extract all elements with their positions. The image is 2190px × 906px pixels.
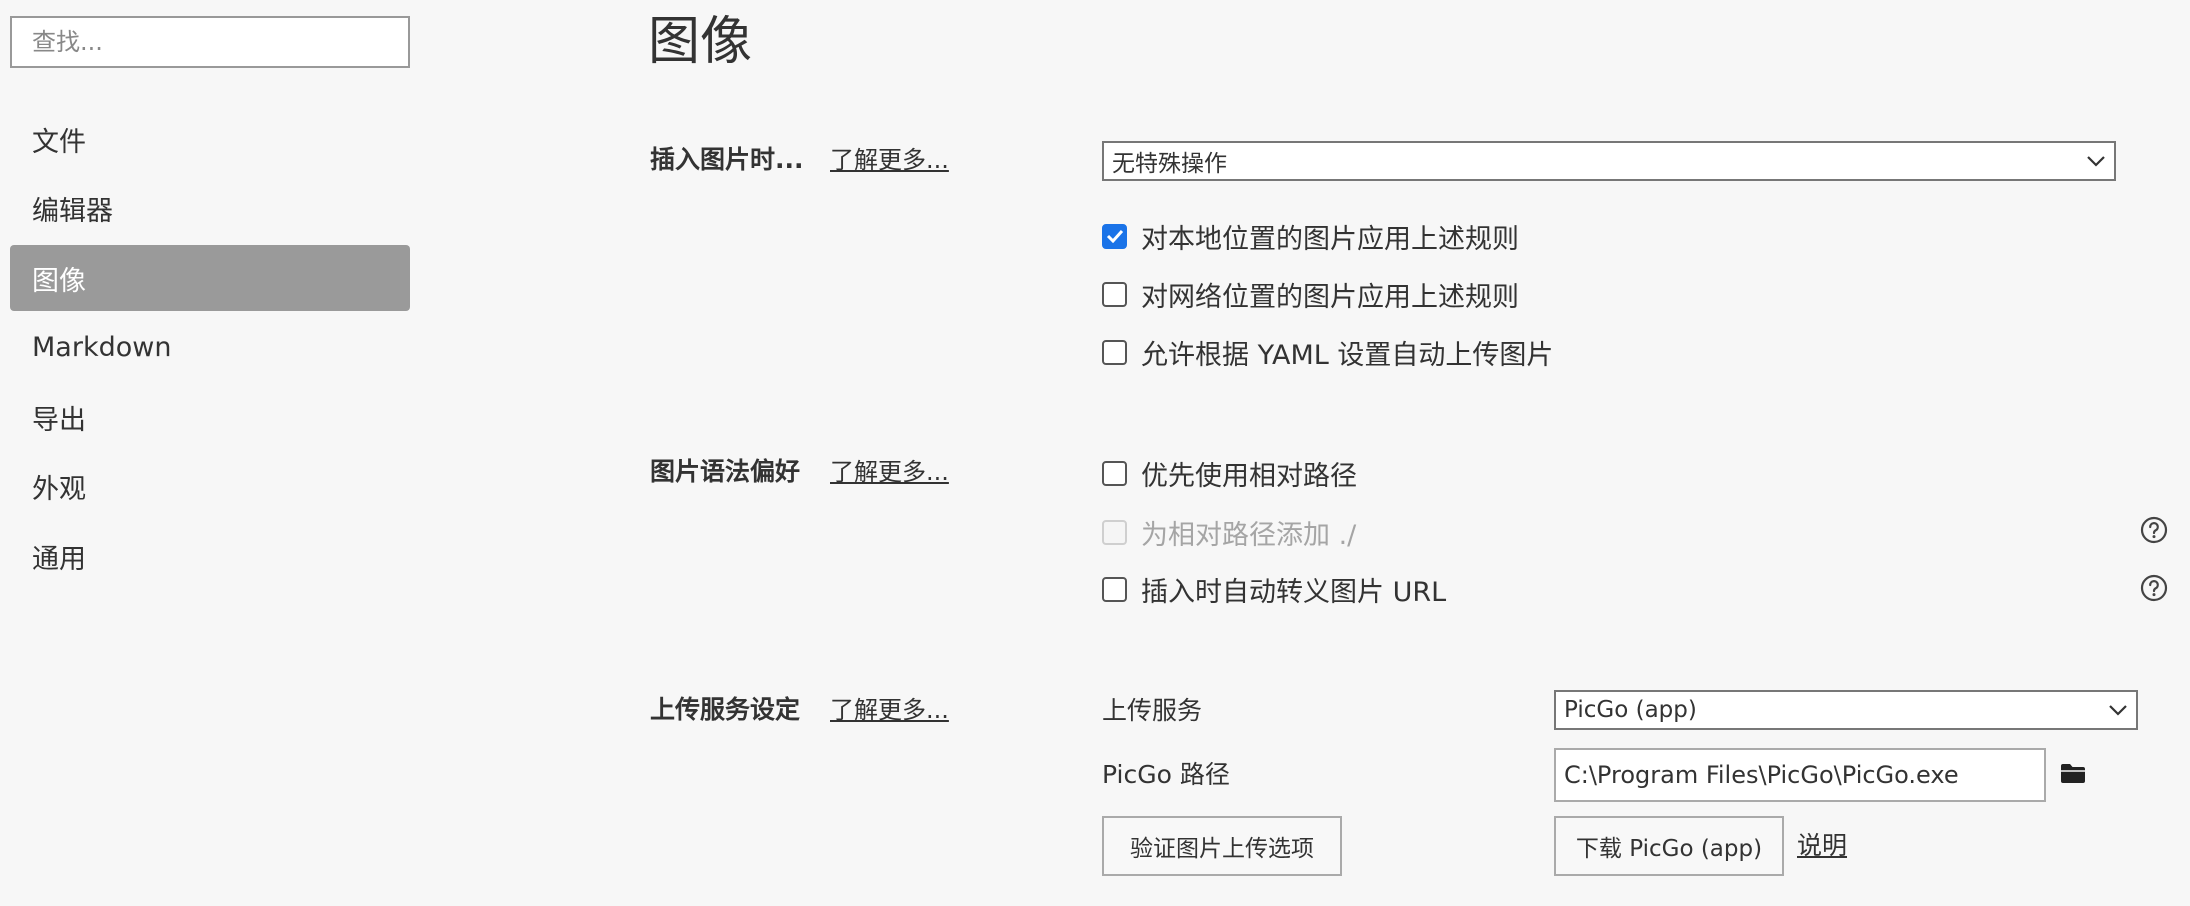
add-dot-slash-checkbox: [1102, 519, 1127, 545]
sidebar: 文件 编辑器 图像 Markdown 导出 外观 通用: [0, 0, 420, 906]
verify-upload-button[interactable]: 验证图片上传选项: [1102, 816, 1342, 876]
escape-image-url-option[interactable]: 插入时自动转义图片 URL: [1102, 572, 1447, 608]
add-dot-slash-label: 为相对路径添加 ./: [1141, 519, 1357, 551]
sidebar-item-markdown[interactable]: Markdown: [10, 315, 410, 381]
escape-image-url-label: 插入时自动转义图片 URL: [1141, 576, 1447, 608]
local-image-rule-option[interactable]: 对本地位置的图片应用上述规则: [1102, 219, 1519, 255]
chevron-down-icon: [2109, 705, 2127, 716]
picgo-path-label: PicGo 路径: [1102, 760, 1230, 789]
network-image-rule-checkbox[interactable]: [1102, 281, 1127, 307]
upload-service-select[interactable]: PicGo (app): [1554, 690, 2138, 730]
prefer-relative-path-option[interactable]: 优先使用相对路径: [1102, 456, 1357, 492]
add-dot-slash-option: 为相对路径添加 ./: [1102, 515, 1357, 551]
syntax-learn-more-link[interactable]: 了解更多...: [830, 455, 949, 489]
page-title: 图像: [648, 12, 753, 72]
local-image-rule-checkbox[interactable]: [1102, 223, 1127, 249]
insert-action-select[interactable]: 无特殊操作: [1102, 141, 2116, 181]
help-link[interactable]: 说明: [1797, 829, 1847, 863]
yaml-auto-upload-label: 允许根据 YAML 设置自动上传图片: [1141, 339, 1554, 371]
folder-icon[interactable]: [2060, 762, 2086, 784]
insert-learn-more-link[interactable]: 了解更多...: [830, 143, 949, 177]
download-picgo-button[interactable]: 下载 PicGo (app): [1554, 816, 1784, 876]
sidebar-nav: 文件 编辑器 图像 Markdown 导出 外观 通用: [10, 106, 410, 593]
escape-image-url-checkbox[interactable]: [1102, 576, 1127, 602]
insert-action-select-value: 无特殊操作: [1112, 151, 1227, 177]
question-circle-icon[interactable]: [2140, 574, 2168, 602]
sidebar-item-general[interactable]: 通用: [10, 523, 410, 589]
upload-learn-more-link[interactable]: 了解更多...: [830, 693, 949, 727]
sidebar-item-export[interactable]: 导出: [10, 384, 410, 450]
yaml-auto-upload-option[interactable]: 允许根据 YAML 设置自动上传图片: [1102, 335, 1554, 371]
search-input[interactable]: [10, 16, 410, 68]
yaml-auto-upload-checkbox[interactable]: [1102, 339, 1127, 365]
sidebar-item-appearance[interactable]: 外观: [10, 454, 410, 520]
sidebar-item-image[interactable]: 图像: [10, 245, 410, 311]
question-circle-icon[interactable]: [2140, 516, 2168, 544]
network-image-rule-option[interactable]: 对网络位置的图片应用上述规则: [1102, 277, 1519, 313]
upload-section-title: 上传服务设定: [650, 695, 801, 724]
chevron-down-icon: [2087, 156, 2105, 167]
upload-service-select-value: PicGo (app): [1564, 697, 1697, 723]
prefer-relative-path-label: 优先使用相对路径: [1141, 460, 1357, 492]
checkmark-icon: [1106, 229, 1123, 243]
sidebar-item-file[interactable]: 文件: [10, 106, 410, 172]
picgo-path-input[interactable]: [1554, 748, 2046, 802]
prefer-relative-path-checkbox[interactable]: [1102, 460, 1127, 486]
insert-section-title: 插入图片时...: [650, 145, 804, 174]
sidebar-item-editor[interactable]: 编辑器: [10, 176, 410, 242]
network-image-rule-label: 对网络位置的图片应用上述规则: [1141, 281, 1519, 313]
syntax-section-title: 图片语法偏好: [650, 457, 801, 486]
local-image-rule-label: 对本地位置的图片应用上述规则: [1141, 223, 1519, 255]
upload-service-label: 上传服务: [1102, 696, 1203, 725]
